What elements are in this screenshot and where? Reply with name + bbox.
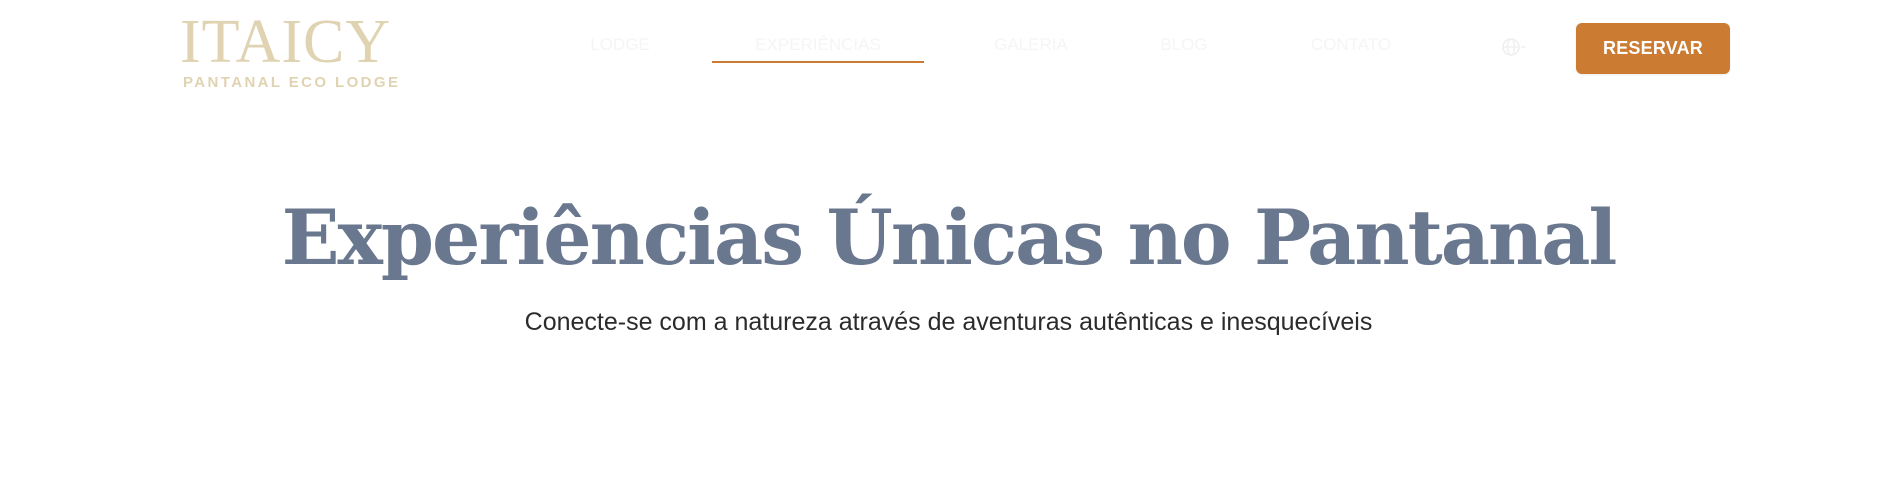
reserve-button[interactable]: RESERVAR	[1576, 23, 1730, 74]
nav-item-contato[interactable]: CONTATO	[1286, 35, 1416, 55]
globe-icon[interactable]	[1500, 36, 1526, 58]
nav-item-galeria[interactable]: GALERIA	[976, 35, 1086, 55]
nav-item-lodge[interactable]: LODGE	[576, 35, 664, 55]
site-header: ITAICY PANTANAL ECO LODGE LODGE EXPERIÊN…	[0, 0, 1897, 100]
nav-active-indicator	[712, 61, 924, 63]
logo[interactable]: ITAICY PANTANAL ECO LODGE	[180, 8, 412, 92]
nav-item-blog[interactable]: BLOG	[1144, 35, 1224, 55]
logo-tagline: PANTANAL ECO LODGE	[183, 74, 401, 91]
hero-subtitle: Conecte-se com a natureza através de ave…	[524, 308, 1373, 336]
nav-item-experiencias[interactable]: EXPERIÊNCIAS	[712, 35, 924, 55]
hero-title: Experiências Únicas no Pantanal	[281, 193, 1618, 282]
logo-wordmark: ITAICY	[180, 8, 392, 76]
